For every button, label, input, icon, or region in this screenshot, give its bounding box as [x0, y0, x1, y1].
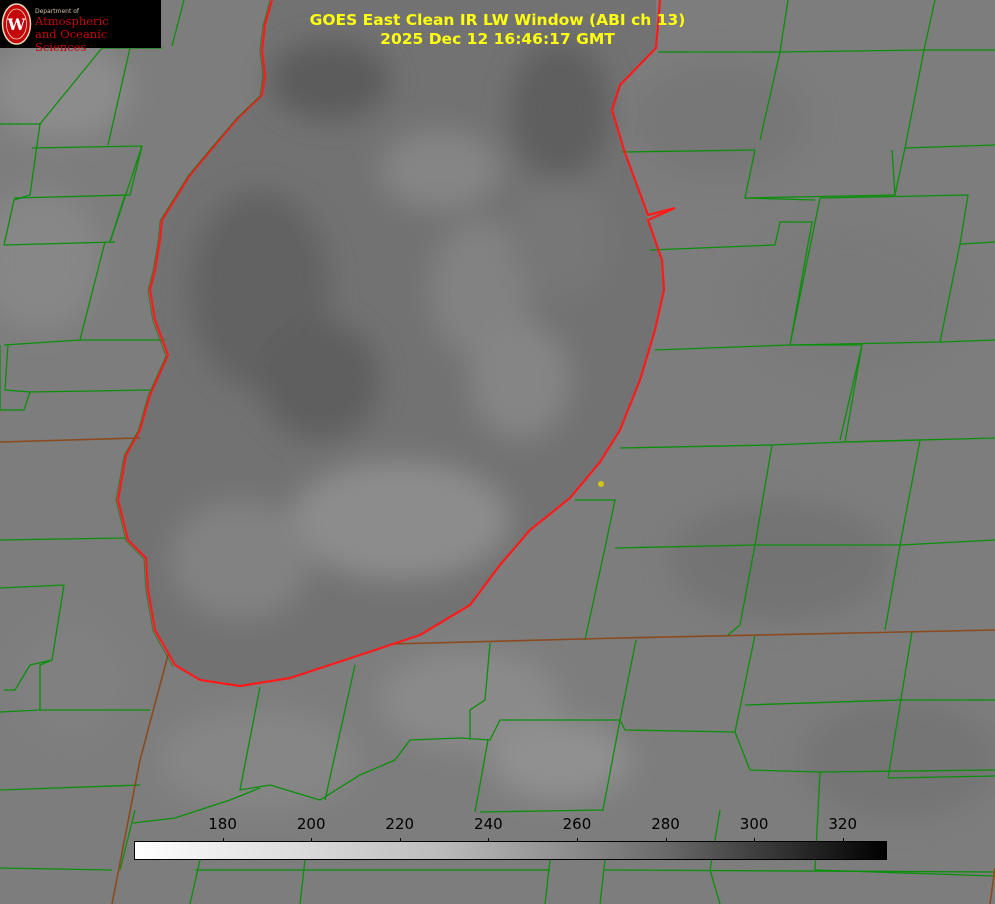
colorbar [134, 841, 887, 860]
colorbar-tick-label: 200 [296, 815, 326, 833]
colorbar-tick-label: 240 [474, 815, 503, 833]
colorbar-tick-label: 280 [651, 815, 680, 833]
location-marker [598, 481, 604, 487]
title-product: GOES East Clean IR LW Window (ABI ch 13) [309, 11, 686, 29]
colorbar-tick-label: 320 [828, 815, 858, 833]
satellite-image-viewer: W Department of Atmospheric and Oceanic … [0, 0, 995, 904]
colorbar-tick-label: 260 [562, 815, 592, 833]
title-timestamp: 2025 Dec 12 16:46:17 GMT [380, 30, 615, 48]
colorbar-tick-label: 180 [208, 815, 237, 833]
image-title: GOES East Clean IR LW Window (ABI ch 13)… [0, 11, 995, 49]
colorbar-tick-label: 220 [385, 815, 415, 833]
colorbar-tick-label: 300 [739, 815, 769, 833]
ir-satellite-map [0, 0, 995, 904]
